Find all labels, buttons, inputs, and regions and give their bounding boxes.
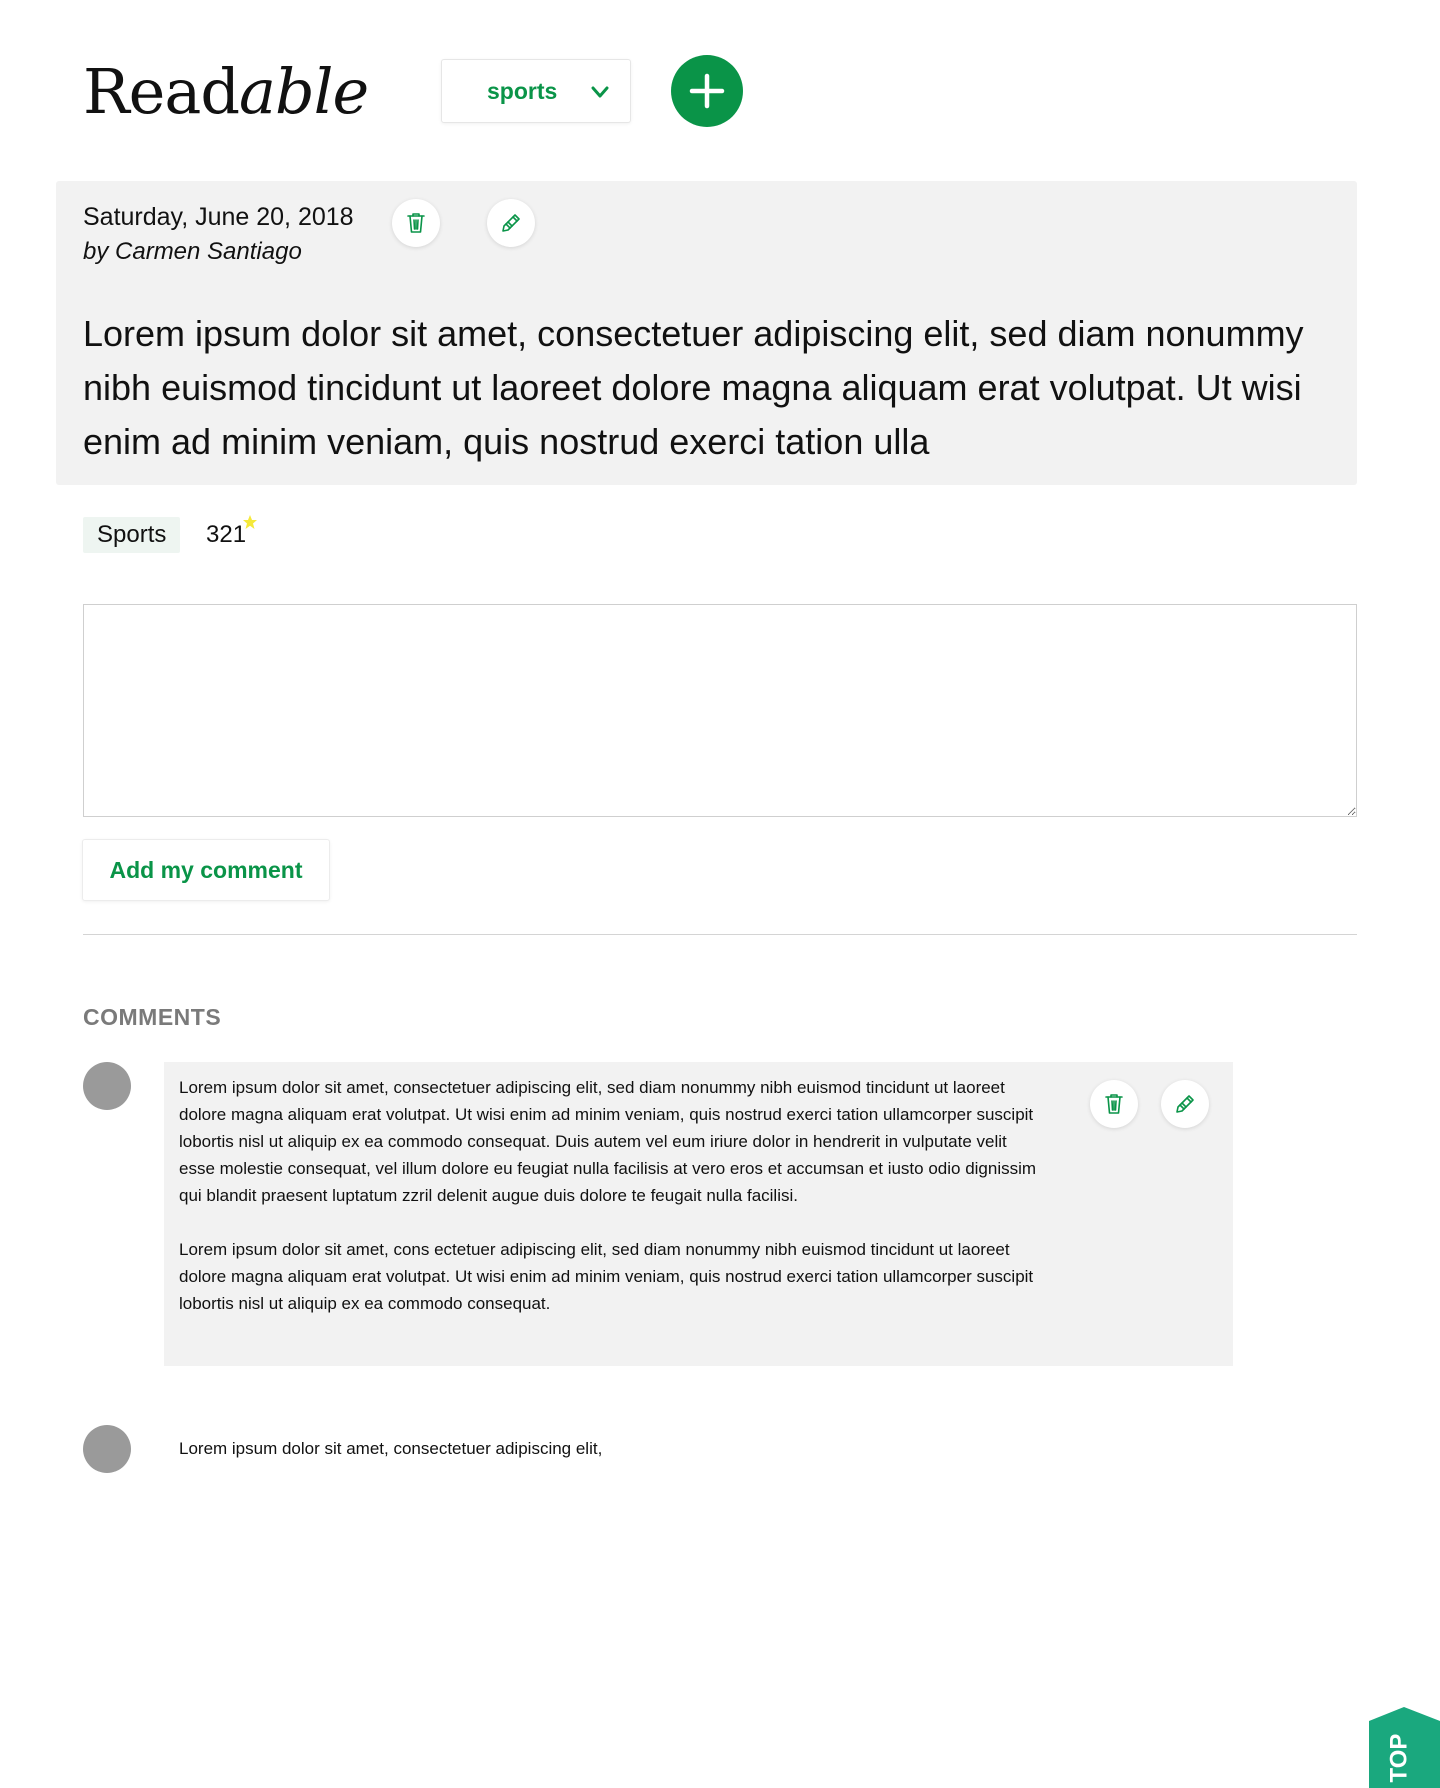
comment-paragraph: Lorem ipsum dolor sit amet, cons ectetue…	[179, 1240, 1034, 1313]
star-icon[interactable]	[242, 514, 258, 530]
vote-score: 321	[206, 521, 247, 548]
comments-heading: COMMENTS	[83, 1004, 222, 1030]
plus-icon	[689, 73, 725, 109]
comment-item: Lorem ipsum dolor sit amet, consectetuer…	[164, 1062, 1233, 1366]
add-comment-button[interactable]: Add my comment	[82, 839, 330, 901]
app-logo[interactable]: Readable	[83, 52, 369, 132]
delete-comment-button[interactable]	[1090, 1080, 1138, 1128]
comment-text: Lorem ipsum dolor sit amet, consectetuer…	[179, 1074, 1039, 1344]
edit-post-button[interactable]	[487, 199, 535, 247]
comment-paragraph: Lorem ipsum dolor sit amet, consectetuer…	[179, 1078, 1037, 1205]
avatar	[83, 1062, 131, 1110]
comment-text: Lorem ipsum dolor sit amet, consectetuer…	[179, 1439, 603, 1458]
trash-icon	[1105, 1094, 1123, 1114]
post-author: by Carmen Santiago	[83, 238, 302, 265]
category-select-value: sports	[487, 78, 558, 104]
edit-comment-button[interactable]	[1161, 1080, 1209, 1128]
logo-regular-text: Read	[83, 55, 240, 128]
post-card: Saturday, June 20, 2018 by Carmen Santia…	[56, 181, 1357, 485]
avatar	[83, 1425, 131, 1473]
pencil-icon	[1176, 1095, 1194, 1113]
delete-post-button[interactable]	[392, 199, 440, 247]
category-tag[interactable]: Sports	[83, 517, 181, 553]
back-to-top-button[interactable]: TOP	[1369, 1707, 1440, 1788]
pencil-icon	[502, 214, 520, 232]
comment-input[interactable]	[83, 604, 1357, 817]
logo-italic-text: able	[239, 55, 369, 128]
chevron-down-icon	[591, 86, 609, 98]
back-to-top-label: TOP	[1385, 1733, 1413, 1783]
post-date: Saturday, June 20, 2018	[83, 203, 354, 231]
category-select[interactable]: sports	[441, 59, 631, 123]
divider	[83, 934, 1357, 935]
post-body: Lorem ipsum dolor sit amet, consectetuer…	[83, 313, 1304, 462]
add-post-button[interactable]	[671, 55, 743, 127]
trash-icon	[407, 213, 425, 233]
